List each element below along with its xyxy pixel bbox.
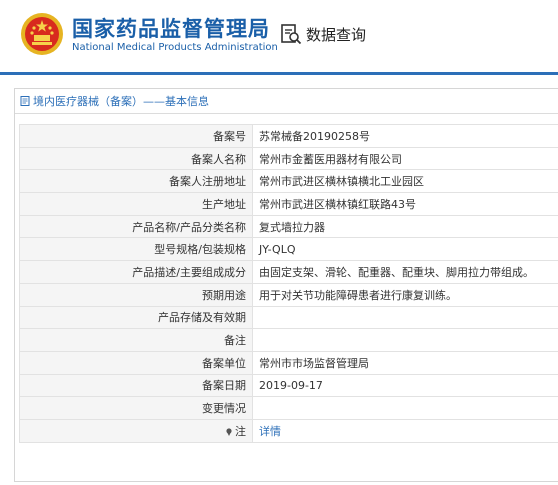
row-value: 常州市金蓄医用器材有限公司 [252, 146, 558, 171]
row-value [252, 396, 558, 420]
header-divider [0, 72, 558, 75]
row-value: 详情 [252, 418, 558, 443]
table-row: 备案日期 2019-09-17 [19, 373, 558, 398]
document-icon [20, 96, 30, 106]
details-link[interactable]: 详情 [259, 425, 281, 438]
table-row: 备案号 苏常械备20190258号 [19, 124, 558, 148]
row-label: 注 [19, 418, 253, 443]
breadcrumb: 境内医疗器械（备案）——基本信息 [15, 89, 558, 114]
table-row: 预期用途 用于对关节功能障碍患者进行康复训练。 [19, 282, 558, 307]
row-value: 常州市武进区横林镇红联路43号 [252, 192, 558, 216]
site-title: 国家药品监督管理局 [72, 17, 270, 41]
table-row: 产品描述/主要组成成分 由固定支架、滑轮、配重器、配重块、脚用拉力带组成。 [19, 260, 558, 284]
row-label: 备案人名称 [19, 146, 253, 171]
site-header: 国家药品监督管理局 National Medical Products Admi… [0, 0, 558, 72]
row-label: 变更情况 [19, 396, 253, 420]
row-value [252, 305, 558, 330]
row-label: 预期用途 [19, 282, 253, 307]
row-value: 常州市武进区横林镇横北工业园区 [252, 169, 558, 194]
table-row: 生产地址 常州市武进区横林镇红联路43号 [19, 192, 558, 216]
data-query-link[interactable]: 数据查询 [280, 22, 366, 46]
table-row: 备案人名称 常州市金蓄医用器材有限公司 [19, 146, 558, 171]
table-row: 注 详情 [19, 418, 558, 443]
search-document-icon [281, 24, 302, 45]
site-subtitle: National Medical Products Administration [72, 42, 278, 53]
row-value [252, 328, 558, 352]
row-label: 产品存储及有效期 [19, 305, 253, 330]
row-label: 备注 [19, 328, 253, 352]
row-value: 2019-09-17 [252, 373, 558, 398]
table-row: 备案单位 常州市市场监督管理局 [19, 350, 558, 375]
detail-panel: 境内医疗器械（备案）——基本信息 备案号 苏常械备20190258号 备案人名称常… [14, 88, 558, 482]
row-value: 常州市市场监督管理局 [252, 350, 558, 375]
row-label: 产品名称/产品分类名称 [19, 214, 253, 239]
table-row: 型号规格/包装规格 JY-QLQ [19, 237, 558, 262]
row-value: 由固定支架、滑轮、配重器、配重块、脚用拉力带组成。 [252, 260, 558, 284]
row-value: 用于对关节功能障碍患者进行康复训练。 [252, 282, 558, 307]
row-label: 产品描述/主要组成成分 [19, 260, 253, 284]
row-value: JY-QLQ [252, 237, 558, 262]
note-label: 注 [235, 424, 246, 438]
table-row: 产品名称/产品分类名称 复式墙拉力器 [19, 214, 558, 239]
pin-icon [226, 428, 232, 436]
row-label: 备案人注册地址 [19, 169, 253, 194]
row-label: 备案单位 [19, 350, 253, 375]
breadcrumb-text: 境内医疗器械（备案）——基本信息 [33, 95, 209, 108]
row-label: 备案日期 [19, 373, 253, 398]
table-row: 备案人注册地址 常州市武进区横林镇横北工业园区 [19, 169, 558, 194]
table-row: 变更情况 [19, 396, 558, 420]
row-value: 复式墙拉力器 [252, 214, 558, 239]
row-label: 型号规格/包装规格 [19, 237, 253, 262]
table-row: 产品存储及有效期 [19, 305, 558, 330]
row-value: 苏常械备20190258号 [252, 124, 558, 148]
row-label: 备案号 [19, 124, 253, 148]
info-table: 备案号 苏常械备20190258号 备案人名称 常州市金蓄医用器材有限公司 备案人注… [19, 124, 558, 443]
data-query-label: 数据查询 [306, 25, 367, 44]
table-row: 备注 [19, 328, 558, 352]
national-emblem-icon [21, 13, 63, 55]
row-label: 生产地址 [19, 192, 253, 216]
